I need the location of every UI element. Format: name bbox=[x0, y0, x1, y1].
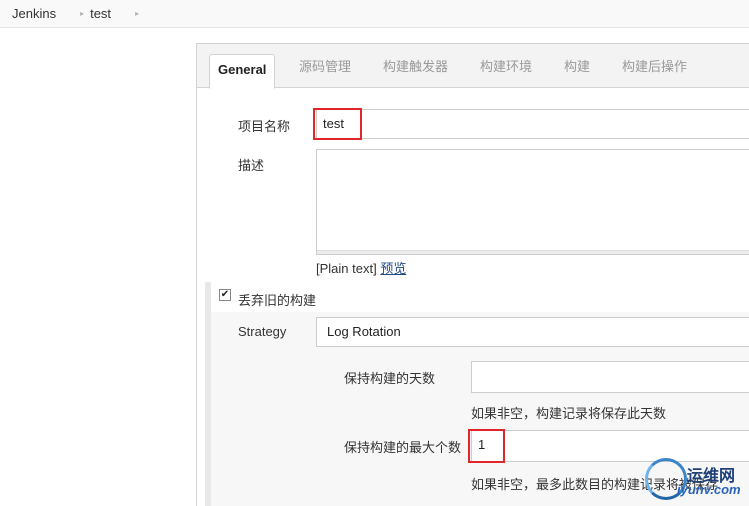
tab-build-environment[interactable]: 构建环境 bbox=[480, 54, 532, 88]
breadcrumb-jenkins[interactable]: Jenkins bbox=[12, 6, 56, 21]
max-builds-highlight bbox=[468, 429, 505, 463]
breadcrumb-test[interactable]: test bbox=[90, 6, 111, 21]
breadcrumb: Jenkins ▸ test ▸ bbox=[0, 0, 749, 28]
tab-build-triggers[interactable]: 构建触发器 bbox=[383, 54, 448, 88]
config-tab-bar: General 源码管理 构建触发器 构建环境 构建 构建后操作 bbox=[197, 44, 749, 89]
days-to-keep-label: 保持构建的天数 bbox=[344, 371, 436, 386]
description-label: 描述 bbox=[238, 158, 265, 173]
watermark-text-url: iyunv.com bbox=[677, 482, 741, 497]
project-name-highlight bbox=[313, 108, 362, 140]
strategy-select[interactable]: Log Rotation bbox=[316, 317, 749, 347]
plain-text-label: [Plain text] bbox=[316, 261, 377, 276]
tab-source-code[interactable]: 源码管理 bbox=[299, 54, 351, 88]
description-format-line: [Plain text] 预览 bbox=[316, 258, 406, 277]
textarea-resize-bar[interactable] bbox=[317, 250, 749, 254]
tab-build[interactable]: 构建 bbox=[564, 54, 590, 88]
strategy-label: Strategy bbox=[238, 324, 287, 339]
preview-link[interactable]: 预览 bbox=[380, 261, 406, 276]
tab-post-build[interactable]: 构建后操作 bbox=[622, 54, 687, 88]
breadcrumb-arrow-icon[interactable]: ▸ bbox=[80, 9, 84, 18]
days-to-keep-input[interactable] bbox=[471, 361, 749, 393]
watermark-logo: 运维网 iyunv.com bbox=[645, 458, 749, 506]
project-name-label: 项目名称 bbox=[238, 119, 291, 134]
days-to-keep-hint: 如果非空，构建记录将保存此天数 bbox=[471, 406, 667, 421]
project-name-input[interactable]: test bbox=[316, 109, 749, 139]
tab-general[interactable]: General bbox=[209, 54, 276, 89]
breadcrumb-arrow-icon[interactable]: ▸ bbox=[135, 9, 139, 18]
description-textarea[interactable] bbox=[316, 149, 749, 255]
max-builds-label: 保持构建的最大个数 bbox=[344, 440, 462, 455]
discard-old-builds-label: 丢弃旧的构建 bbox=[238, 293, 317, 308]
discard-old-builds-checkbox[interactable]: ✔ bbox=[219, 289, 231, 301]
